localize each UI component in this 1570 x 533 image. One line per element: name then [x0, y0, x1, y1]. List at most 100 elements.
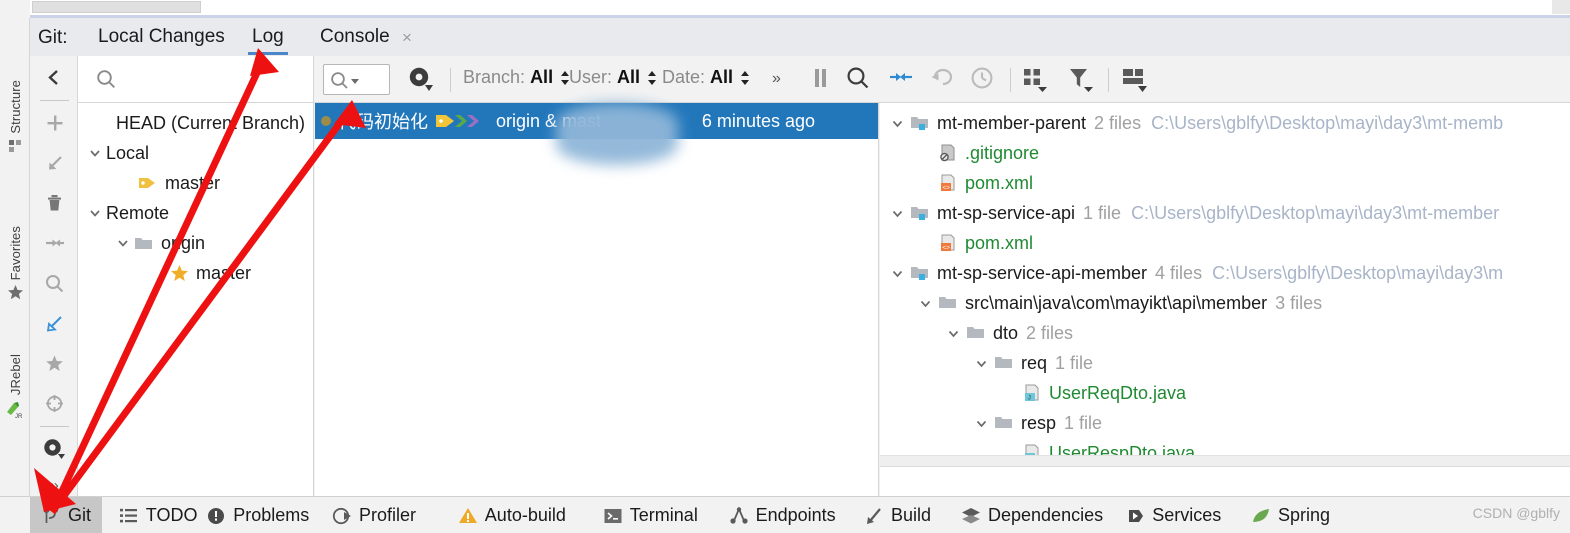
chevron-down-icon[interactable]	[974, 356, 989, 371]
chevron-down-icon[interactable]	[351, 79, 359, 84]
svg-text:<>: <>	[942, 185, 950, 192]
new-branch-button[interactable]	[31, 104, 78, 142]
show-current-button[interactable]	[31, 384, 78, 422]
collapse-all-button[interactable]	[889, 66, 913, 93]
editor-scroll-strip	[0, 0, 1570, 16]
date-filter[interactable]: Date: All	[662, 67, 750, 88]
files-bottom-divider	[880, 455, 1570, 467]
chevron-down-icon[interactable]	[946, 326, 961, 341]
chevron-down-icon[interactable]	[890, 116, 905, 131]
file-tree-file-row[interactable]: .gitignore	[880, 138, 1570, 168]
close-icon[interactable]: ×	[402, 28, 412, 48]
tab-bar: Git: Local Changes Log Console ×	[30, 18, 1570, 56]
delete-branch-button[interactable]	[31, 184, 78, 222]
revert-button[interactable]	[930, 66, 955, 93]
branch-group-local[interactable]: Local	[78, 138, 313, 168]
search-icon	[330, 71, 349, 95]
status-bar-button-terminal[interactable]: Terminal	[592, 497, 709, 533]
file-count-label: 2 files	[1094, 112, 1142, 133]
merge-button[interactable]	[31, 224, 78, 262]
pause-button[interactable]	[810, 66, 832, 95]
spinner-icon[interactable]	[741, 70, 750, 86]
file-tree-dir-row[interactable]: src\main\java\com\mayikt\api\member 3 fil…	[880, 288, 1570, 318]
chevron-down-icon[interactable]	[116, 236, 130, 250]
branch-tree[interactable]: HEAD (Current Branch) Local master Remot…	[78, 103, 314, 496]
file-tree-dir-row[interactable]: mt-sp-service-api 1 file C:\Users\gblfy\De…	[880, 198, 1570, 228]
edit-button[interactable]	[31, 304, 78, 342]
chevron-down-icon[interactable]	[918, 296, 933, 311]
layout-icon	[1123, 69, 1147, 92]
commit-filter-input[interactable]	[323, 64, 390, 95]
branch-group-origin[interactable]: origin	[78, 228, 313, 258]
horizontal-scrollbar[interactable]	[32, 1, 201, 13]
spinner-icon[interactable]	[648, 70, 657, 86]
history-button[interactable]	[970, 66, 994, 95]
status-bar-button-endpoints[interactable]: Endpoints	[718, 497, 847, 533]
settings-button[interactable]	[31, 430, 78, 468]
file-tree-node-label: mt-member-parent	[937, 112, 1087, 133]
chevron-down-icon[interactable]	[890, 266, 905, 281]
structure-icon	[8, 138, 23, 158]
file-tree-file-row[interactable]: <> pom.xml	[880, 168, 1570, 198]
file-tree-dir-row[interactable]: mt-sp-service-api-member 4 files C:\Users\…	[880, 258, 1570, 288]
status-bar-button-build[interactable]: Build	[853, 497, 942, 533]
search-branch-button[interactable]	[31, 264, 78, 302]
file-tree-file-row[interactable]: <> pom.xml	[880, 228, 1570, 258]
favorite-button[interactable]	[31, 344, 78, 382]
status-bar-button-dependencies[interactable]: Dependencies	[950, 497, 1114, 533]
status-bar-button-label: Profiler	[359, 505, 417, 525]
sidebar-item-jrebel[interactable]: JRebel JR	[0, 354, 30, 424]
branch-search-field[interactable]	[78, 56, 314, 102]
hide-panel-button[interactable]	[31, 58, 78, 96]
status-bar-button-services[interactable]: Services	[1114, 497, 1232, 533]
files-lower-area	[880, 467, 1570, 496]
chevron-down-icon[interactable]	[890, 206, 905, 221]
chevron-down-icon[interactable]	[88, 206, 102, 220]
filter-button[interactable]	[1068, 66, 1095, 97]
commit-message: 代码初始化	[338, 112, 428, 132]
star-icon	[171, 265, 188, 281]
branch-row-head[interactable]: HEAD (Current Branch)	[78, 108, 313, 138]
services-play-icon	[1129, 509, 1144, 522]
status-bar-button-auto-build[interactable]: Auto-build	[447, 497, 577, 533]
file-tree-dir-row[interactable]: mt-member-parent 2 files C:\Users\gblfy\De…	[880, 108, 1570, 138]
status-bar-button-git[interactable]: Git	[30, 497, 103, 533]
file-count-label: 1 file	[1083, 202, 1122, 223]
pause-icon	[815, 69, 826, 87]
java-file-icon: J	[1025, 384, 1039, 402]
status-bar-button-todo[interactable]: TODO	[108, 497, 209, 533]
file-tree-node-label: UserReqDto.java	[1049, 382, 1187, 403]
file-count-label: 1 file	[1064, 412, 1103, 433]
view-options-button[interactable]	[1022, 66, 1049, 97]
checkout-button[interactable]	[31, 144, 78, 182]
search-commits-button[interactable]	[846, 66, 870, 95]
file-tree-dir-row[interactable]: req 1 file	[880, 348, 1570, 378]
tab-log[interactable]: Log	[248, 26, 288, 55]
branch-filter[interactable]: Branch: All	[463, 67, 570, 88]
sidebar-item-favorites[interactable]: Favorites	[0, 226, 30, 306]
chevron-down-icon[interactable]	[88, 146, 102, 160]
branch-row-origin-master[interactable]: master	[78, 258, 313, 288]
file-tree-dir-row[interactable]: resp 1 file	[880, 408, 1570, 438]
log-settings-button[interactable]	[408, 66, 435, 97]
file-count-label: 3 files	[1275, 292, 1323, 313]
branch-group-remote[interactable]: Remote	[78, 198, 313, 228]
sidebar-item-structure[interactable]: Structure	[0, 80, 30, 158]
tab-local-changes[interactable]: Local Changes	[98, 26, 225, 48]
branch-row-local-master[interactable]: master	[78, 168, 313, 198]
tab-console[interactable]: Console	[320, 26, 390, 48]
user-filter[interactable]: User: All	[569, 67, 657, 88]
search-icon	[847, 67, 869, 89]
layout-button[interactable]	[1121, 66, 1149, 97]
status-bar-button-label: TODO	[145, 505, 198, 525]
overflow-chevrons-icon[interactable]: »	[772, 70, 781, 88]
status-bar-button-label: Spring	[1278, 505, 1331, 525]
status-bar-button-problems[interactable]: Problems	[195, 497, 320, 533]
chevron-down-icon[interactable]	[974, 416, 989, 431]
rail-divider	[40, 100, 69, 101]
file-tree-file-row[interactable]: J UserReqDto.java	[880, 378, 1570, 408]
status-bar-button-spring[interactable]: Spring	[1240, 497, 1341, 533]
status-bar-button-profiler[interactable]: Profiler	[321, 497, 427, 533]
changed-files-tree[interactable]: mt-member-parent 2 files C:\Users\gblfy\De…	[880, 103, 1570, 496]
file-tree-dir-row[interactable]: dto 2 files	[880, 318, 1570, 348]
